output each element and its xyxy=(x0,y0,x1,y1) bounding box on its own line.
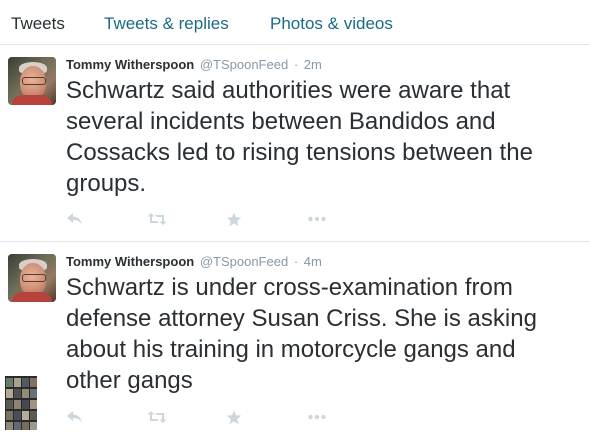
profile-tabs: Tweets Tweets & replies Photos & videos xyxy=(0,0,590,45)
tweet-text: Schwartz said authorities were aware tha… xyxy=(66,77,533,197)
tab-tweets-and-replies[interactable]: Tweets & replies xyxy=(104,14,229,34)
more-icon[interactable] xyxy=(307,212,327,230)
tab-photos-and-videos[interactable]: Photos & videos xyxy=(270,14,393,34)
tweet-header: Tommy Witherspoon @TSpoonFeed · 4m xyxy=(66,254,322,270)
author-fullname[interactable]: Tommy Witherspoon xyxy=(66,254,194,269)
retweet-icon[interactable] xyxy=(147,410,167,428)
tweet-header: Tommy Witherspoon @TSpoonFeed · 2m xyxy=(66,57,322,73)
author-username[interactable]: @TSpoonFeed xyxy=(200,57,288,72)
avatar[interactable] xyxy=(8,57,56,105)
avatar[interactable] xyxy=(8,254,56,302)
tweet-timestamp[interactable]: 2m xyxy=(304,57,322,72)
favorite-icon[interactable] xyxy=(226,410,246,428)
retweet-icon[interactable] xyxy=(147,212,167,230)
tab-tweets[interactable]: Tweets xyxy=(11,14,65,34)
tweet-timestamp[interactable]: 4m xyxy=(304,254,322,269)
author-username[interactable]: @TSpoonFeed xyxy=(200,254,288,269)
media-thumbnail[interactable] xyxy=(5,376,37,430)
favorite-icon[interactable] xyxy=(226,212,246,230)
author-fullname[interactable]: Tommy Witherspoon xyxy=(66,57,194,72)
tweet[interactable]: Tommy Witherspoon @TSpoonFeed · 4m Schwa… xyxy=(0,242,590,435)
tweet-text: Schwartz is under cross-examination from… xyxy=(66,274,537,394)
separator-dot: · xyxy=(293,57,299,72)
separator-dot: · xyxy=(293,254,299,269)
more-icon[interactable] xyxy=(307,410,327,428)
reply-icon[interactable] xyxy=(66,212,86,230)
tweet[interactable]: Tommy Witherspoon @TSpoonFeed · 2m Schwa… xyxy=(0,45,590,242)
reply-icon[interactable] xyxy=(66,410,86,428)
